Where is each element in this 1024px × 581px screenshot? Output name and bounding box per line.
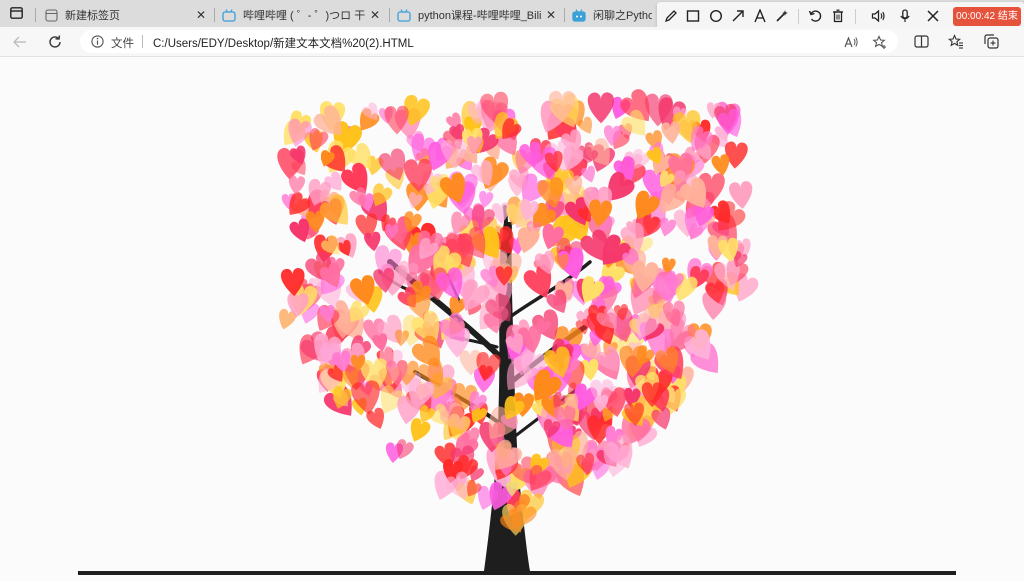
microphone-icon[interactable] xyxy=(897,8,913,24)
heart-leaf xyxy=(287,175,306,196)
back-arrow-icon[interactable] xyxy=(10,32,30,52)
read-aloud-icon[interactable] xyxy=(843,34,859,50)
address-bar[interactable]: 文件 C:/Users/EDY/Desktop/新建文本文档%20(2).HTM… xyxy=(80,30,898,53)
bilibili-tv-icon xyxy=(572,8,586,22)
new-tab-icon xyxy=(44,8,58,22)
tab-close-icon[interactable]: ✕ xyxy=(545,8,557,22)
tab-divider xyxy=(35,8,36,22)
heart-tree-drawing xyxy=(275,86,761,571)
browser-toolbar: 文件 C:/Users/EDY/Desktop/新建文本文档%20(2).HTM… xyxy=(0,27,1024,76)
tab-actions-icon[interactable] xyxy=(9,6,23,20)
tab-divider xyxy=(214,8,215,22)
pencil-icon[interactable] xyxy=(663,8,679,24)
address-divider xyxy=(142,35,143,48)
recording-stop-button[interactable]: 00:00:42 结束 xyxy=(953,7,1021,26)
tab-title: python课程-哔哩哔哩_Bilibili xyxy=(418,10,541,22)
heart-leaf xyxy=(660,120,683,145)
collections-icon[interactable] xyxy=(983,33,999,49)
site-info-label[interactable]: 文件 xyxy=(111,35,134,51)
arrow-icon[interactable] xyxy=(730,8,746,24)
tab-title: 新建标签页 xyxy=(65,10,120,22)
circle-icon[interactable] xyxy=(708,8,724,24)
page-canvas xyxy=(0,57,1024,581)
toolbar-divider xyxy=(798,9,799,24)
ground-line xyxy=(78,571,956,575)
tab-python-course[interactable]: python课程-哔哩哔哩_Bilibili ✕ xyxy=(391,3,563,27)
bilibili-tv-icon xyxy=(222,8,236,22)
heart-leaf xyxy=(587,92,615,124)
tab-title: 闲聊之Python xyxy=(593,10,652,22)
toolbar-divider xyxy=(855,9,856,24)
close-icon[interactable] xyxy=(925,8,941,24)
speaker-icon[interactable] xyxy=(870,8,886,24)
tab-title: 哔哩哔哩 ( ゜- ゜)つロ 干杯~-bilibili xyxy=(243,10,365,22)
undo-icon[interactable] xyxy=(807,8,823,24)
text-icon[interactable] xyxy=(752,8,768,24)
tab-close-icon[interactable]: ✕ xyxy=(369,8,381,22)
tab-divider xyxy=(389,8,390,22)
tab-new-tab[interactable]: 新建标签页 ✕ xyxy=(38,3,213,27)
tab-bilibili-home[interactable]: 哔哩哔哩 ( ゜- ゜)つロ 干杯~-bilibili ✕ xyxy=(216,3,387,27)
info-icon[interactable] xyxy=(91,35,104,48)
tab-divider xyxy=(564,8,565,22)
rectangle-icon[interactable] xyxy=(685,8,701,24)
tab-python-chat[interactable]: 闲聊之Python xyxy=(566,3,658,27)
split-screen-icon[interactable] xyxy=(913,33,929,49)
trash-icon[interactable] xyxy=(830,8,846,24)
add-favorite-icon[interactable] xyxy=(871,34,887,50)
heart-leaf xyxy=(393,329,410,348)
magic-wand-icon[interactable] xyxy=(774,8,790,24)
url-text[interactable]: C:/Users/EDY/Desktop/新建文本文档%20(2).HTML xyxy=(153,35,414,51)
favorites-icon[interactable] xyxy=(948,33,964,49)
bilibili-tv-icon xyxy=(397,8,411,22)
tab-close-icon[interactable]: ✕ xyxy=(195,8,207,22)
refresh-icon[interactable] xyxy=(45,32,65,52)
